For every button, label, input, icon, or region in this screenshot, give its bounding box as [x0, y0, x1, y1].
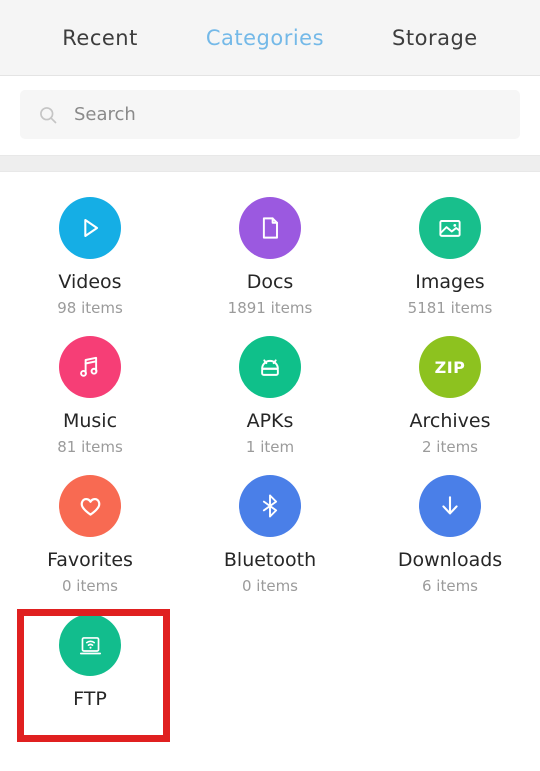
tab-storage[interactable]: Storage: [386, 22, 484, 54]
download-icon: [419, 475, 481, 538]
category-label: Videos: [58, 271, 122, 293]
tab-bar: Recent Categories Storage: [0, 0, 540, 76]
search-icon: [38, 105, 58, 125]
document-icon: [239, 197, 301, 259]
category-count: 2 items: [421, 437, 478, 456]
search-section: [0, 76, 540, 155]
category-count: 81 items: [57, 437, 123, 456]
category-item-ftp[interactable]: FTP: [0, 605, 180, 727]
category-label: Images: [415, 271, 485, 293]
zip-label: ZIP: [434, 357, 466, 377]
photo-icon: [419, 197, 481, 259]
category-item-downloads[interactable]: Downloads 6 items: [360, 466, 540, 605]
tab-recent[interactable]: Recent: [56, 22, 144, 54]
category-grid: Videos 98 items Docs 1891 items Images 5…: [0, 172, 540, 728]
category-item-bluetooth[interactable]: Bluetooth 0 items: [180, 466, 360, 605]
category-count: 98 items: [57, 298, 123, 317]
category-item-apks[interactable]: APKs 1 item: [180, 327, 360, 466]
heart-icon: [59, 475, 121, 538]
category-label: APKs: [246, 410, 294, 433]
category-count: 1 item: [245, 437, 295, 456]
category-label: Docs: [246, 271, 294, 293]
category-item-favorites[interactable]: Favorites 0 items: [0, 466, 180, 605]
category-count: 1891 items: [227, 298, 313, 317]
category-count: 6 items: [421, 577, 478, 596]
zip-icon: ZIP: [419, 336, 481, 399]
category-label: Bluetooth: [223, 549, 317, 572]
category-count: 0 items: [61, 577, 118, 596]
ftp-wifi-icon: [59, 614, 121, 677]
bluetooth-icon: [239, 475, 301, 538]
play-icon: [59, 197, 121, 259]
music-note-icon: [59, 336, 121, 399]
category-label: FTP: [73, 688, 107, 711]
category-item-images[interactable]: Images 5181 items: [360, 188, 540, 327]
category-item-videos[interactable]: Videos 98 items: [0, 188, 180, 327]
category-count: 0 items: [241, 577, 298, 596]
category-item-archives[interactable]: ZIP Archives 2 items: [360, 327, 540, 466]
section-divider: [0, 155, 540, 172]
category-label: Favorites: [47, 549, 133, 572]
category-count: 5181 items: [407, 298, 493, 317]
category-label: Archives: [409, 410, 491, 433]
category-label: Downloads: [397, 549, 503, 572]
category-item-docs[interactable]: Docs 1891 items: [180, 188, 360, 327]
category-label: Music: [62, 410, 118, 433]
category-item-music[interactable]: Music 81 items: [0, 327, 180, 466]
android-icon: [239, 336, 301, 399]
search-bar[interactable]: [20, 90, 520, 139]
tab-categories[interactable]: Categories: [200, 22, 330, 54]
search-input[interactable]: [74, 104, 502, 125]
